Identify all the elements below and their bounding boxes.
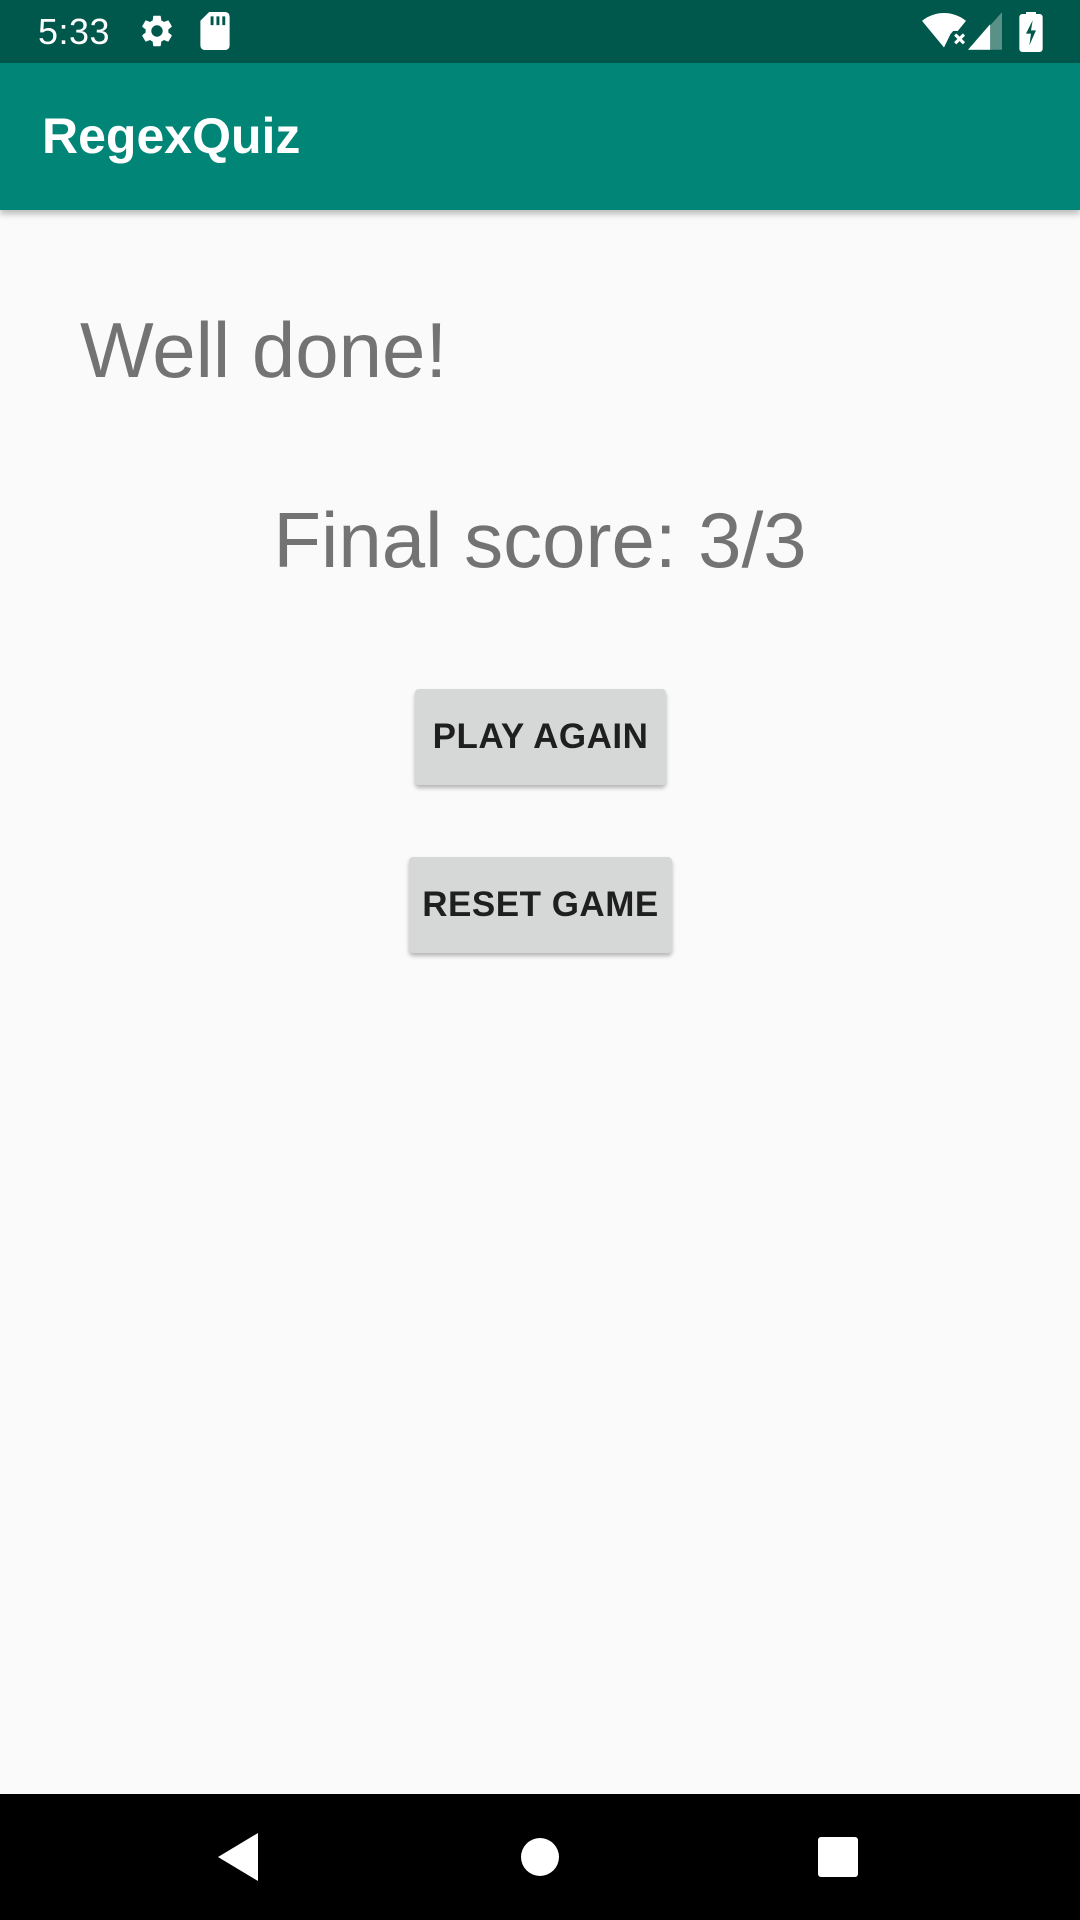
status-time: 5:33 <box>38 11 111 52</box>
sd-card-icon <box>200 12 230 52</box>
gear-icon <box>138 12 176 52</box>
recents-icon[interactable] <box>808 1827 868 1887</box>
reset-game-button[interactable]: RESET GAME <box>409 857 672 953</box>
final-score: Final score: 3/3 <box>273 496 807 584</box>
home-icon[interactable] <box>510 1827 570 1887</box>
app-bar: RegexQuiz <box>0 63 1080 210</box>
result-heading: Well done! <box>80 306 448 394</box>
back-icon[interactable] <box>210 1827 270 1887</box>
navigation-bar <box>0 1794 1080 1920</box>
signal-icon <box>968 12 1002 52</box>
app-title: RegexQuiz <box>42 108 301 164</box>
play-again-button[interactable]: PLAY AGAIN <box>415 689 666 785</box>
wifi-icon <box>922 12 966 52</box>
battery-charging-icon <box>1019 12 1043 52</box>
status-bar: 5:33 <box>0 0 1080 63</box>
